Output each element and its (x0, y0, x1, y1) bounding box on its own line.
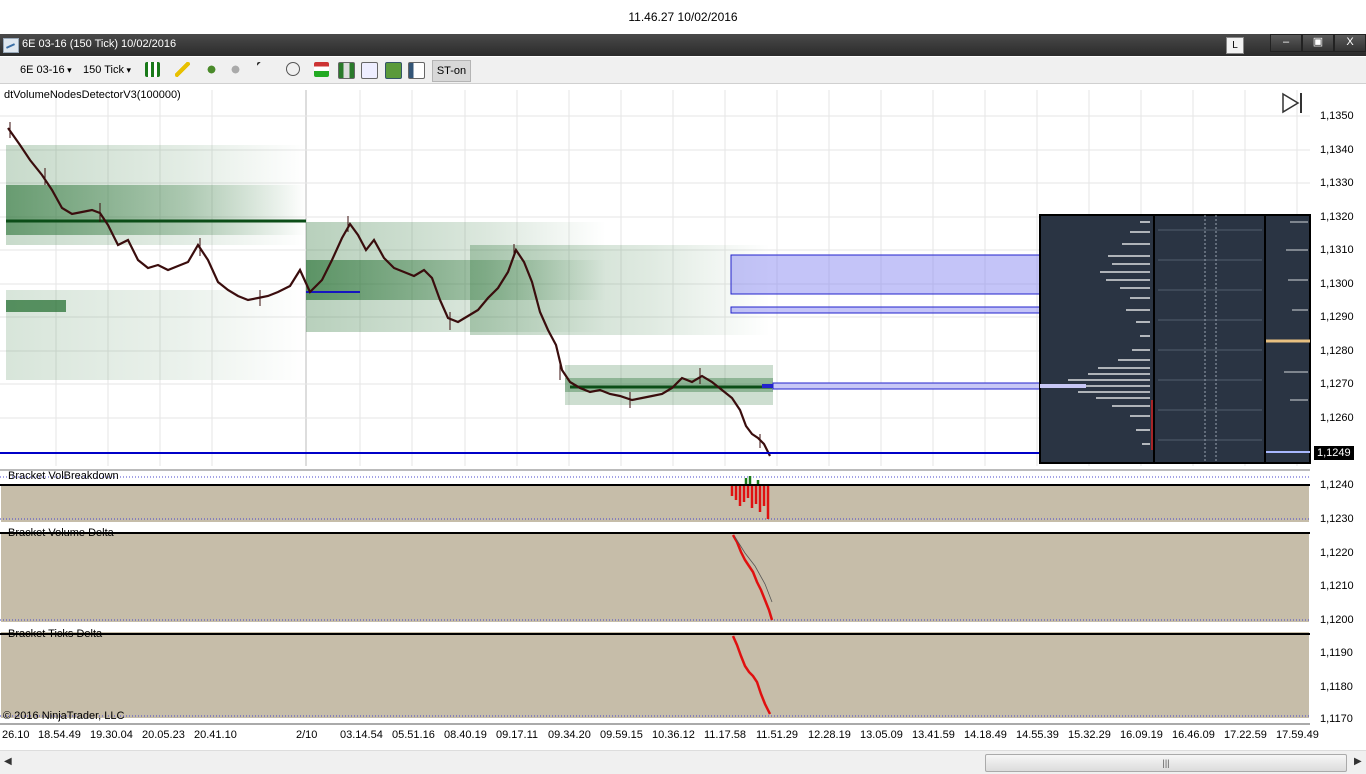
zoom-icon[interactable] (286, 62, 300, 76)
dollar-icon[interactable] (385, 62, 402, 79)
drawing-tool-icon[interactable] (228, 62, 243, 77)
window-clock: 11.46.27 10/02/2016 (0, 0, 1366, 34)
price-tick: 1,1240 (1320, 479, 1354, 491)
price-tick: 1,1330 (1320, 177, 1354, 189)
time-tick: 15.32.29 (1068, 729, 1111, 741)
copyright-label: © 2016 NinjaTrader, LLC (3, 710, 125, 722)
ticks-delta-label: Bracket Ticks Delta (8, 628, 103, 640)
time-tick: 05.51.16 (392, 729, 435, 741)
time-tick: 13.05.09 (860, 729, 903, 741)
pencil-icon[interactable] (175, 62, 190, 77)
price-tick: 1,1350 (1320, 110, 1354, 122)
time-tick: 14.55.39 (1016, 729, 1059, 741)
time-tick: 11.17.58 (704, 729, 747, 741)
time-tick: 2/10 (296, 729, 318, 741)
chart-window-icon (3, 38, 19, 53)
volume-zone (730, 306, 1090, 314)
ticks-delta-panel (1, 632, 1309, 718)
price-tick: 1,1310 (1320, 244, 1354, 256)
properties-icon[interactable] (314, 62, 329, 77)
horizontal-scrollbar[interactable]: ◀ ||| ▶ (0, 750, 1366, 774)
minimize-button[interactable]: – (1270, 34, 1302, 52)
close-button[interactable]: X (1334, 34, 1366, 52)
price-tick: 1,1300 (1320, 278, 1354, 290)
bar-type-icon[interactable] (145, 62, 160, 77)
price-tick: 1,1320 (1320, 211, 1354, 223)
price-tick: 1,1170 (1320, 713, 1353, 725)
crosshair-icon[interactable] (204, 62, 219, 77)
time-tick: 11.51.29 (756, 729, 799, 741)
vol-breakdown-panel (1, 484, 1309, 522)
price-chart[interactable] (0, 84, 1366, 750)
chart-window-titlebar[interactable]: 6E 03-16 (150 Tick) 10/02/2016 L – ▣ X (0, 34, 1366, 56)
time-tick: 16.09.19 (1120, 729, 1163, 741)
price-tick: 1,1210 (1320, 580, 1354, 592)
instrument-selector[interactable]: 6E 03-16 (20, 61, 72, 79)
volume-zone (730, 254, 1090, 295)
time-tick: 16.46.09 (1172, 729, 1215, 741)
time-tick: 12.28.19 (808, 729, 851, 741)
indicators-icon[interactable] (338, 62, 355, 79)
price-tick: 1,1290 (1320, 311, 1354, 323)
price-tick: 1,1220 (1320, 547, 1354, 559)
pointer-icon[interactable] (257, 62, 272, 77)
window-title: 6E 03-16 (150 Tick) 10/02/2016 (22, 38, 177, 50)
link-button[interactable]: L (1226, 37, 1244, 54)
price-tick: 1,1260 (1320, 412, 1354, 424)
scroll-right-icon[interactable]: ▶ (1354, 756, 1362, 767)
price-tick: 1,1230 (1320, 513, 1354, 525)
price-tick: 1,1270 (1320, 378, 1354, 390)
time-tick: 20.41.10 (194, 729, 237, 741)
scrollbar-thumb[interactable]: ||| (985, 754, 1347, 772)
price-tick: 1,1340 (1320, 144, 1354, 156)
time-tick: 03.14.54 (340, 729, 383, 741)
time-tick: 18.54.49 (38, 729, 81, 741)
price-tick: 1,1200 (1320, 614, 1354, 626)
time-tick: 09.34.20 (548, 729, 591, 741)
time-tick: 17.59.49 (1276, 729, 1319, 741)
st-on-button[interactable]: ST-on (432, 60, 471, 82)
time-tick: 17.22.59 (1224, 729, 1267, 741)
price-tick: 1,1180 (1320, 681, 1353, 693)
scroll-left-icon[interactable]: ◀ (4, 756, 12, 767)
volume-profile (1039, 214, 1311, 464)
time-tick: 13.41.59 (912, 729, 955, 741)
price-tick: 1,1280 (1320, 345, 1354, 357)
time-tick: 09.17.11 (496, 729, 539, 741)
time-tick: 26.10 (2, 729, 30, 741)
time-tick: 14.18.49 (964, 729, 1007, 741)
volume-delta-panel (1, 532, 1309, 622)
price-tick: 1,1190 (1320, 647, 1353, 659)
time-tick: 09.59.15 (600, 729, 643, 741)
window-controls: – ▣ X (1270, 34, 1366, 52)
time-tick: 10.36.12 (652, 729, 695, 741)
indicator-label: dtVolumeNodesDetectorV3(100000) (4, 89, 181, 101)
time-tick: 19.30.04 (90, 729, 133, 741)
time-tick: 20.05.23 (142, 729, 185, 741)
data-box-icon[interactable] (408, 62, 425, 79)
interval-selector[interactable]: 150 Tick (83, 61, 131, 79)
current-price-marker: 1,1249 (1314, 446, 1354, 460)
chart-toolbar: 6E 03-16 150 Tick (0, 57, 1366, 84)
vol-breakdown-label: Bracket VolBreakdown (8, 470, 119, 482)
maximize-button[interactable]: ▣ (1302, 34, 1334, 52)
strategies-icon[interactable] (361, 62, 378, 79)
volume-delta-label: Bracket Volume Delta (8, 527, 114, 539)
volume-zone-marker (762, 384, 773, 388)
time-tick: 08.40.19 (444, 729, 487, 741)
